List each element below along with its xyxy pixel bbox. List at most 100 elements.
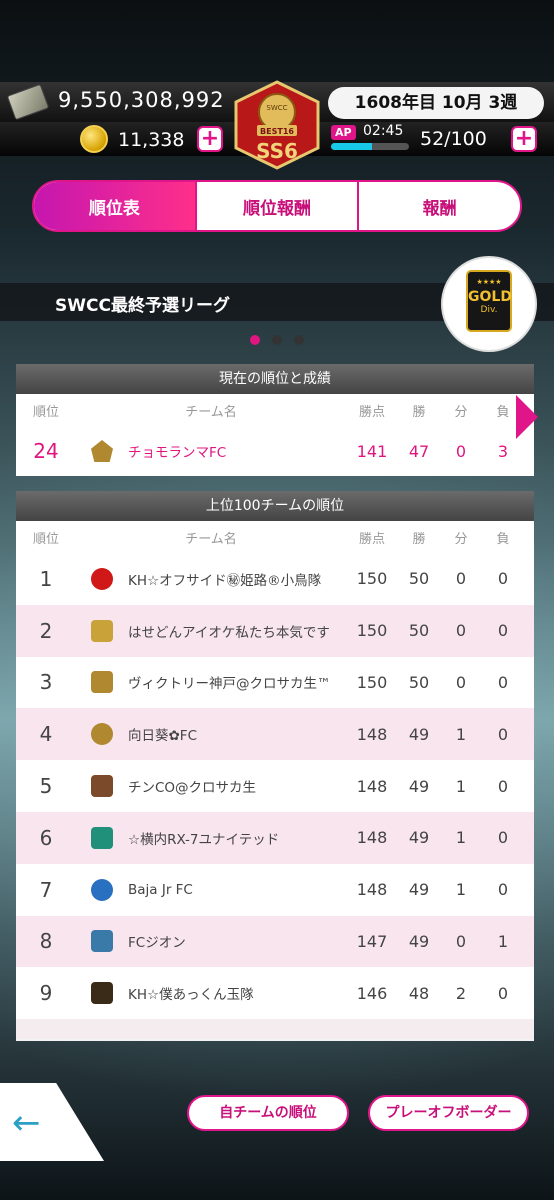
team-draws: 1: [455, 776, 467, 796]
table-row[interactable]: 6 ☆横内RX-7ユナイテッド 148 49 1 0: [16, 811, 534, 864]
ap-value: 52/100: [420, 128, 487, 150]
team-points: 148: [356, 776, 388, 796]
col-draws: 分: [454, 404, 468, 420]
team-losses: 0: [497, 983, 509, 1003]
col-losses: 負: [496, 531, 510, 547]
ap-timer: 02:45: [363, 123, 404, 139]
standings-list: 1 KH☆オフサイド㊙姫路®小鳥隊 150 50 0 0 2 はせどんアイオケ私たち本気です 1…: [16, 553, 534, 1020]
col-wins: 勝: [412, 531, 426, 547]
team-draws: 0: [455, 672, 467, 692]
my-team-rank-button[interactable]: 自チームの順位: [187, 1095, 349, 1131]
team-name: KH☆僕あっくん玉隊: [128, 987, 254, 1004]
team-name: KH☆オフサイド㊙姫路®小鳥隊: [128, 572, 322, 589]
top100-title: 上位100チームの順位: [16, 491, 534, 521]
table-row[interactable]: 7 Baja Jr FC 148 49 1 0: [16, 863, 534, 916]
page-dot-active[interactable]: [250, 335, 260, 345]
team-wins: 50: [408, 672, 430, 692]
team-draws: 0: [455, 931, 467, 951]
my-team-name: チョモランマFC: [128, 445, 227, 461]
league-title: SWCC最終予選リーグ: [55, 296, 230, 316]
col-draws: 分: [454, 531, 468, 547]
coin-value: 11,338: [118, 129, 185, 151]
table-row[interactable]: 9 KH☆僕あっくん玉隊 146 48 2 0: [16, 967, 534, 1020]
col-team: チーム名: [185, 404, 237, 420]
team-rank: 3: [39, 670, 53, 695]
table-row[interactable]: 8 FCジオン 147 49 0 1: [16, 915, 534, 968]
team-logo-icon: [76, 440, 128, 462]
team-rank: 2: [39, 618, 53, 643]
team-wins: 49: [408, 931, 430, 951]
column-headers: 順位 チーム名 勝点 勝 分 負: [16, 394, 534, 426]
tab-standings[interactable]: 順位表: [34, 182, 195, 230]
my-team-row[interactable]: 24 チョモランマFC 141 47 0 3: [16, 426, 534, 476]
page-dot[interactable]: [272, 335, 282, 345]
badge-mid-text: BEST16: [260, 127, 294, 136]
team-losses: 0: [497, 828, 509, 848]
team-losses: 0: [497, 621, 509, 641]
team-points: 150: [356, 569, 388, 589]
col-rank: 順位: [32, 531, 59, 547]
team-logo-icon: [76, 671, 128, 694]
my-rank: 24: [33, 439, 59, 463]
team-wins: 49: [408, 724, 430, 744]
team-emblem: [91, 930, 113, 953]
team-wins: 50: [408, 569, 430, 589]
team-logo-icon: [76, 878, 128, 901]
tab-rewards[interactable]: 報酬: [357, 182, 520, 230]
next-page-arrow-icon[interactable]: [516, 395, 538, 439]
table-row[interactable]: 3 ヴィクトリー神戸@クロサカ生™ 150 50 0 0: [16, 656, 534, 709]
division-stars: ★★★★: [476, 278, 502, 286]
team-emblem: [91, 619, 113, 642]
team-emblem: [91, 775, 113, 798]
current-standing-panel: 現在の順位と成績 順位 チーム名 勝点 勝 分 負 24 チョモランマFC 14…: [16, 364, 534, 476]
game-date: 1608年目 10月 3週: [328, 87, 544, 119]
team-points: 147: [356, 931, 388, 951]
team-losses: 0: [497, 724, 509, 744]
ap-bar-fill: [331, 143, 372, 150]
column-headers: 順位 チーム名 勝点 勝 分 負: [16, 521, 534, 553]
team-draws: 1: [455, 828, 467, 848]
team-draws: 0: [455, 621, 467, 641]
team-points: 146: [356, 983, 388, 1003]
badge-top-text: SWCC: [266, 104, 287, 112]
table-row[interactable]: 2 はせどんアイオケ私たち本気です 150 50 0 0: [16, 604, 534, 657]
status-bar: 9,550,308,992 11,338 + SWCC BEST16 SS6 1…: [0, 0, 554, 170]
team-name: ヴィクトリー神戸@クロサカ生™: [128, 676, 331, 693]
team-name: Baja Jr FC: [128, 881, 193, 898]
team-points: 150: [356, 621, 388, 641]
team-draws: 0: [455, 569, 467, 589]
ap-label: AP: [331, 125, 356, 140]
table-row[interactable]: 1 KH☆オフサイド㊙姫路®小鳥隊 150 50 0 0: [16, 553, 534, 605]
division-sub: Div.: [480, 305, 498, 315]
team-draws: 1: [455, 880, 467, 900]
col-points: 勝点: [358, 531, 385, 547]
col-points: 勝点: [358, 404, 385, 420]
col-rank: 順位: [32, 404, 59, 420]
team-points: 148: [356, 880, 388, 900]
table-row[interactable]: 4 向日葵✿FC 148 49 1 0: [16, 708, 534, 761]
team-logo-icon: [76, 775, 128, 798]
add-ap-button[interactable]: +: [511, 126, 537, 152]
team-logo-icon: [76, 619, 128, 642]
team-logo-icon: [76, 567, 128, 590]
team-name: チンCO@クロサカ生: [128, 780, 257, 797]
table-row[interactable]: 5 チンCO@クロサカ生 148 49 1 0: [16, 760, 534, 812]
my-draws: 0: [455, 441, 467, 461]
playoff-border-button[interactable]: プレーオフボーダー: [368, 1095, 529, 1131]
tab-rank-rewards[interactable]: 順位報酬: [194, 182, 358, 230]
add-coins-button[interactable]: +: [197, 126, 223, 152]
team-rank: 9: [39, 981, 53, 1006]
division-name: GOLD: [468, 289, 512, 305]
team-name: 向日葵✿FC: [128, 728, 198, 745]
ap-bar: [331, 143, 409, 150]
money-value: 9,550,308,992: [58, 88, 225, 112]
badge-bottom-text: SS6: [256, 139, 298, 163]
team-emblem: [91, 878, 113, 901]
team-wins: 49: [408, 880, 430, 900]
team-wins: 49: [408, 776, 430, 796]
coin-icon: [80, 125, 108, 153]
division-badge[interactable]: ★★★★ GOLD Div.: [443, 258, 535, 350]
page-indicator: [250, 335, 310, 347]
page-dot[interactable]: [294, 335, 304, 345]
team-rank: 1: [39, 566, 53, 591]
